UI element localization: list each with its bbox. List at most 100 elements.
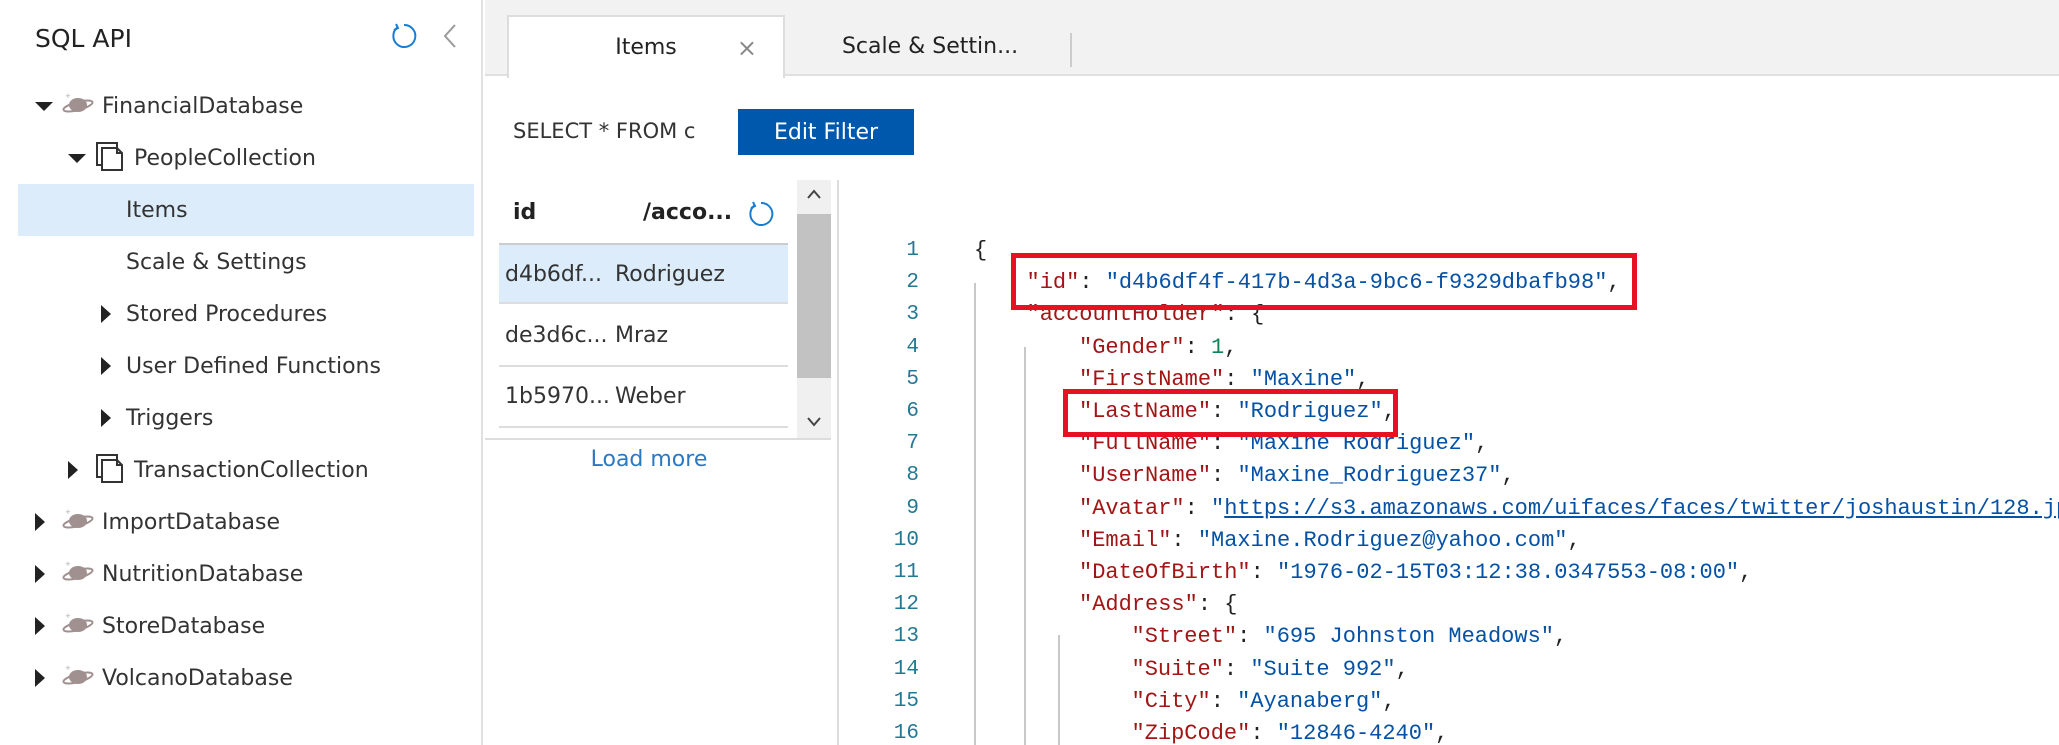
json-punctuation: : xyxy=(1184,495,1212,521)
cell-id: 1b5970... xyxy=(505,384,610,409)
table-row[interactable]: de3d6c... Mraz xyxy=(499,306,788,367)
json-punctuation: : xyxy=(1171,527,1198,553)
json-key: "ZipCode" xyxy=(1131,721,1251,745)
tree-item-storedatabase[interactable]: + StoreDatabase xyxy=(18,600,474,652)
scrollbar[interactable] xyxy=(797,180,831,438)
json-punctuation: , xyxy=(1475,431,1489,457)
collapsed-arrow-icon[interactable] xyxy=(101,357,111,375)
tree-item-items[interactable]: Items xyxy=(18,184,474,236)
collapsed-arrow-icon[interactable] xyxy=(35,565,45,583)
code-line[interactable]: "ZipCode": "12846-4240", xyxy=(1132,718,1449,745)
line-number: 3 xyxy=(906,303,919,327)
json-key: "DateOfBirth" xyxy=(1079,560,1251,585)
line-number: 10 xyxy=(893,528,919,552)
json-key: "UserName" xyxy=(1079,463,1212,489)
code-line[interactable]: "Street": "695 Johnston Meadows", xyxy=(1132,621,1568,653)
collection-icon xyxy=(96,142,123,171)
tree-item-volcanodatabase[interactable]: + VolcanoDatabase xyxy=(18,652,474,704)
cell-partition-key: Mraz xyxy=(615,323,669,348)
column-header-partition-key[interactable]: /acco... xyxy=(643,200,732,225)
json-punctuation: : xyxy=(1250,560,1278,585)
cell-id: d4b6df... xyxy=(505,262,603,287)
tree-item-importdatabase[interactable]: + ImportDatabase xyxy=(18,496,474,548)
tree-item-scale-settings[interactable]: Scale & Settings xyxy=(18,236,474,288)
collapsed-arrow-icon[interactable] xyxy=(101,409,111,427)
code-line[interactable]: { xyxy=(974,235,987,267)
json-punctuation: : xyxy=(1184,334,1212,360)
collapse-chevron-icon[interactable] xyxy=(441,22,459,50)
tree-item-label: PeopleCollection xyxy=(134,145,316,171)
indent-guide xyxy=(1024,347,1026,745)
json-punctuation: , xyxy=(1553,624,1568,650)
table-row[interactable]: d4b6df... Rodriguez xyxy=(499,243,788,304)
tree-item-financialdatabase[interactable]: + FinancialDatabase xyxy=(18,80,474,132)
code-line[interactable]: "City": "Ayanaberg", xyxy=(1132,686,1396,718)
tree-item-triggers[interactable]: Triggers xyxy=(18,392,474,444)
line-number: 6 xyxy=(906,400,919,423)
line-number: 16 xyxy=(893,722,919,745)
tree-item-label: Stored Procedures xyxy=(126,301,328,327)
code-line[interactable]: "Avatar": "https://s3.amazonaws.com/uifa… xyxy=(1079,493,2059,525)
tab-items[interactable]: Items × xyxy=(507,15,785,78)
tree-item-label: TransactionCollection xyxy=(134,457,369,483)
json-value: "Maxine_Rodriguez37" xyxy=(1237,463,1502,489)
tree-item-label: User Defined Functions xyxy=(126,353,381,379)
database-icon: + xyxy=(62,508,94,529)
close-icon[interactable]: × xyxy=(737,34,757,62)
resource-tree-panel: SQL API + FinancialDatabase PeopleCollecti… xyxy=(0,0,483,745)
json-punctuation: , xyxy=(1739,560,1753,585)
line-number: 8 xyxy=(906,464,919,488)
json-key: "Gender" xyxy=(1079,334,1185,360)
code-line[interactable]: "Address": { xyxy=(1079,589,1237,621)
load-more-link[interactable]: Load more xyxy=(565,447,733,472)
line-number: 13 xyxy=(893,625,919,649)
expanded-arrow-icon[interactable] xyxy=(35,102,53,111)
database-icon: + xyxy=(62,92,94,113)
json-punctuation: : xyxy=(1237,624,1264,650)
json-punctuation: : xyxy=(1223,656,1251,682)
table-row[interactable]: 1b5970... Weber xyxy=(499,367,788,428)
scroll-up-icon[interactable] xyxy=(806,188,822,200)
code-line[interactable]: "Gender": 1, xyxy=(1079,332,1237,364)
json-link[interactable]: https://s3.amazonaws.com/uifaces/faces/t… xyxy=(1224,496,2059,521)
cell-id: de3d6c... xyxy=(505,323,608,348)
tree-item-label: Items xyxy=(126,197,188,223)
code-line[interactable]: "DateOfBirth": "1976-02-15T03:12:38.0347… xyxy=(1079,557,1752,589)
json-punctuation: : { xyxy=(1197,592,1238,618)
scroll-down-icon[interactable] xyxy=(806,416,822,428)
code-line[interactable]: "UserName": "Maxine_Rodriguez37", xyxy=(1079,460,1515,492)
collapsed-arrow-icon[interactable] xyxy=(35,513,45,531)
json-key: "Address" xyxy=(1079,592,1198,618)
column-header-id[interactable]: id xyxy=(513,200,536,225)
refresh-icon[interactable] xyxy=(747,200,775,228)
json-value: "Suite 992" xyxy=(1250,656,1396,682)
tree-item-stored-procedures[interactable]: Stored Procedures xyxy=(18,288,474,340)
scrollbar-thumb[interactable] xyxy=(797,214,831,378)
svg-text:+: + xyxy=(65,612,71,620)
collapsed-arrow-icon[interactable] xyxy=(101,305,111,323)
tree-item-peoplecollection[interactable]: PeopleCollection xyxy=(18,132,474,184)
json-punctuation: : xyxy=(1211,463,1238,489)
refresh-icon[interactable] xyxy=(390,22,418,50)
code-line[interactable]: "Suite": "Suite 992", xyxy=(1132,654,1409,686)
pane-divider[interactable] xyxy=(837,180,839,745)
json-key: "Suite" xyxy=(1131,656,1224,682)
json-punctuation: , xyxy=(1382,688,1396,714)
collapsed-arrow-icon[interactable] xyxy=(68,461,78,479)
collapsed-arrow-icon[interactable] xyxy=(35,669,45,687)
tree-item-transactioncollection[interactable]: TransactionCollection xyxy=(18,444,474,496)
expanded-arrow-icon[interactable] xyxy=(68,154,86,163)
line-number: 2 xyxy=(906,271,919,295)
tree-item-label: StoreDatabase xyxy=(102,613,266,639)
json-value: " xyxy=(1211,495,1225,521)
tree-item-user-defined-functions[interactable]: User Defined Functions xyxy=(18,340,474,392)
line-number: 9 xyxy=(906,496,919,520)
tree-item-nutritiondatabase[interactable]: + NutritionDatabase xyxy=(18,548,474,600)
line-number: 5 xyxy=(906,367,919,391)
line-number: 4 xyxy=(906,335,919,359)
line-number: 12 xyxy=(893,593,919,617)
json-editor[interactable]: 1{2 "id": "d4b6df4f-417b-4d3a-9bc6-f9329d… xyxy=(855,0,2059,745)
code-line[interactable]: "Email": "Maxine.Rodriguez@yahoo.com", xyxy=(1079,525,1581,557)
json-punctuation: , xyxy=(1435,721,1449,745)
collapsed-arrow-icon[interactable] xyxy=(35,617,45,635)
